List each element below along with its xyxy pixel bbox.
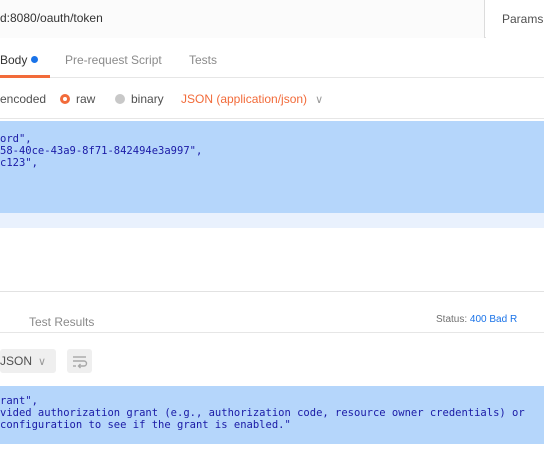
chevron-down-icon: ∨ [38,356,47,368]
response-header: Test Results Status: 400 Bad R [0,293,544,333]
code-line: rant", [0,395,38,407]
response-toolbar: JSON ∨ [0,334,544,382]
url-input[interactable]: d:8080/oauth/token [0,0,485,38]
response-status: Status: 400 Bad R [436,293,517,325]
code-line: configuration to see if the grant is ena… [0,419,291,431]
tab-pre-request-script[interactable]: Pre-request Script [65,38,162,78]
content-type-label: JSON (application/json) [181,92,308,106]
radio-unselected-icon [115,94,125,104]
editor-empty-space [0,228,544,292]
status-value[interactable]: 400 Bad R [470,314,517,325]
active-tab-underline [0,75,50,78]
content-type-dropdown[interactable]: JSON (application/json) ∨ [181,79,323,119]
tab-body-label: Body [0,53,28,67]
tab-test-results[interactable]: Test Results [29,293,94,329]
chevron-down-icon: ∨ [315,94,324,106]
wrap-lines-icon [73,356,88,369]
wrap-lines-button[interactable] [67,349,92,373]
response-body-selection: rant", vided authorization grant (e.g., … [0,386,544,444]
code-line: ord", [0,133,32,145]
format-dropdown[interactable]: JSON ∨ [0,349,56,373]
params-button[interactable]: Params [486,0,544,38]
code-line: c123", [0,157,38,169]
editor-current-line [0,213,544,228]
code-line: 58-40ce-43a9-8f71-842494e3a997", [0,145,203,157]
option-binary[interactable]: binary [115,79,164,119]
response-body[interactable]: rant", vided authorization grant (e.g., … [0,386,544,450]
request-body-selection: ord", 58-40ce-43a9-8f71-842494e3a997", c… [0,121,544,213]
option-raw[interactable]: raw [60,79,95,119]
code-line: vided authorization grant (e.g., authori… [0,407,525,419]
tab-body[interactable]: Body [0,38,50,78]
modified-dot-icon [31,56,39,63]
format-label: JSON [0,354,33,368]
option-raw-label: raw [76,92,96,106]
url-bar: d:8080/oauth/token Params [0,0,544,38]
request-tabs: Body Pre-request Script Tests [0,38,544,78]
request-body-editor[interactable]: ord", 58-40ce-43a9-8f71-842494e3a997", c… [0,121,544,228]
status-label: Status: [436,314,468,325]
tab-tests[interactable]: Tests [189,38,217,78]
option-urlencoded[interactable]: encoded [0,79,46,119]
option-urlencoded-label: encoded [0,92,47,106]
option-binary-label: binary [131,92,164,106]
radio-selected-icon [60,94,70,104]
body-type-options: encoded raw binary JSON (application/jso… [0,79,544,119]
